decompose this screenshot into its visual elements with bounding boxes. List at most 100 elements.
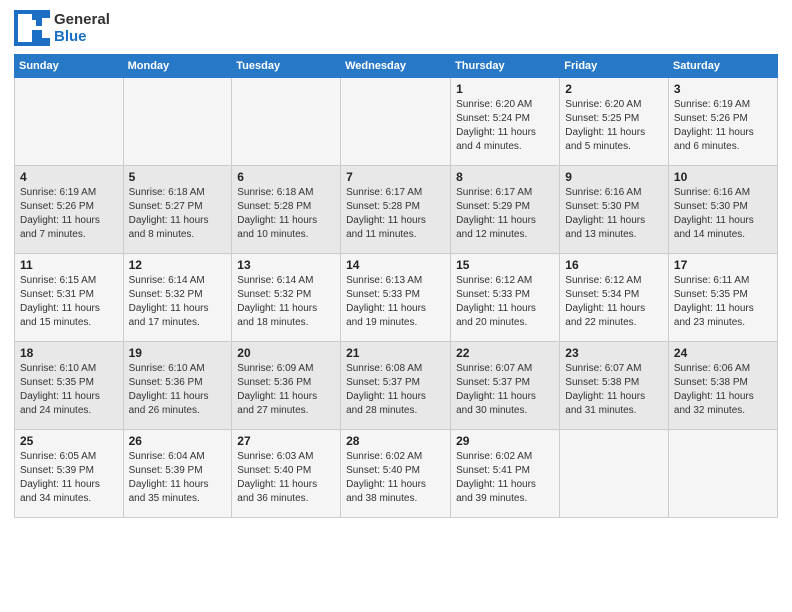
day-info: Sunrise: 6:07 AMSunset: 5:37 PMDaylight:…	[456, 362, 554, 418]
calendar-week-1: 1 Sunrise: 6:20 AMSunset: 5:24 PMDaylight…	[15, 78, 778, 166]
calendar-cell: 5 Sunrise: 6:18 AMSunset: 5:27 PMDaylight…	[123, 166, 232, 254]
calendar-cell: 6 Sunrise: 6:18 AMSunset: 5:28 PMDaylight…	[232, 166, 341, 254]
day-info: Sunrise: 6:18 AMSunset: 5:28 PMDaylight:…	[237, 186, 335, 242]
calendar-cell	[560, 430, 669, 518]
day-number: 5	[129, 170, 227, 184]
calendar-cell: 14 Sunrise: 6:13 AMSunset: 5:33 PMDayligh…	[341, 254, 451, 342]
calendar-cell: 21 Sunrise: 6:08 AMSunset: 5:37 PMDayligh…	[341, 342, 451, 430]
day-number: 25	[20, 434, 118, 448]
calendar-cell: 20 Sunrise: 6:09 AMSunset: 5:36 PMDayligh…	[232, 342, 341, 430]
weekday-header-tuesday: Tuesday	[232, 55, 341, 78]
day-number: 15	[456, 258, 554, 272]
calendar-cell: 2 Sunrise: 6:20 AMSunset: 5:25 PMDaylight…	[560, 78, 669, 166]
day-info: Sunrise: 6:19 AMSunset: 5:26 PMDaylight:…	[20, 186, 118, 242]
day-info: Sunrise: 6:15 AMSunset: 5:31 PMDaylight:…	[20, 274, 118, 330]
logo-general-label: General	[54, 11, 110, 28]
day-info: Sunrise: 6:05 AMSunset: 5:39 PMDaylight:…	[20, 450, 118, 506]
day-number: 6	[237, 170, 335, 184]
day-number: 28	[346, 434, 445, 448]
logo-blue-label: Blue	[54, 28, 110, 45]
calendar-cell: 3 Sunrise: 6:19 AMSunset: 5:26 PMDaylight…	[668, 78, 777, 166]
day-info: Sunrise: 6:16 AMSunset: 5:30 PMDaylight:…	[674, 186, 772, 242]
day-number: 16	[565, 258, 663, 272]
day-info: Sunrise: 6:03 AMSunset: 5:40 PMDaylight:…	[237, 450, 335, 506]
calendar-cell: 9 Sunrise: 6:16 AMSunset: 5:30 PMDaylight…	[560, 166, 669, 254]
calendar-cell: 24 Sunrise: 6:06 AMSunset: 5:38 PMDayligh…	[668, 342, 777, 430]
calendar-cell	[341, 78, 451, 166]
calendar-cell: 10 Sunrise: 6:16 AMSunset: 5:30 PMDayligh…	[668, 166, 777, 254]
weekday-header-friday: Friday	[560, 55, 669, 78]
weekday-header-wednesday: Wednesday	[341, 55, 451, 78]
day-info: Sunrise: 6:20 AMSunset: 5:25 PMDaylight:…	[565, 98, 663, 154]
day-info: Sunrise: 6:12 AMSunset: 5:34 PMDaylight:…	[565, 274, 663, 330]
day-number: 19	[129, 346, 227, 360]
day-number: 4	[20, 170, 118, 184]
day-number: 2	[565, 82, 663, 96]
calendar-week-4: 18Sunrise: 6:10 AMSunset: 5:35 PMDayligh…	[15, 342, 778, 430]
calendar-cell: 13 Sunrise: 6:14 AMSunset: 5:32 PMDayligh…	[232, 254, 341, 342]
day-number: 22	[456, 346, 554, 360]
calendar-cell: 18Sunrise: 6:10 AMSunset: 5:35 PMDayligh…	[15, 342, 124, 430]
day-number: 1	[456, 82, 554, 96]
calendar-cell: 8 Sunrise: 6:17 AMSunset: 5:29 PMDaylight…	[451, 166, 560, 254]
calendar-cell: 27 Sunrise: 6:03 AMSunset: 5:40 PMDayligh…	[232, 430, 341, 518]
day-info: Sunrise: 6:11 AMSunset: 5:35 PMDaylight:…	[674, 274, 772, 330]
calendar-cell	[15, 78, 124, 166]
day-info: Sunrise: 6:13 AMSunset: 5:33 PMDaylight:…	[346, 274, 445, 330]
day-info: Sunrise: 6:10 AMSunset: 5:36 PMDaylight:…	[129, 362, 227, 418]
calendar-cell: 28Sunrise: 6:02 AMSunset: 5:40 PMDayligh…	[341, 430, 451, 518]
day-info: Sunrise: 6:14 AMSunset: 5:32 PMDaylight:…	[237, 274, 335, 330]
calendar-cell: 15 Sunrise: 6:12 AMSunset: 5:33 PMDayligh…	[451, 254, 560, 342]
day-info: Sunrise: 6:07 AMSunset: 5:38 PMDaylight:…	[565, 362, 663, 418]
weekday-header-saturday: Saturday	[668, 55, 777, 78]
day-number: 27	[237, 434, 335, 448]
day-info: Sunrise: 6:17 AMSunset: 5:29 PMDaylight:…	[456, 186, 554, 242]
calendar-week-2: 4 Sunrise: 6:19 AMSunset: 5:26 PMDaylight…	[15, 166, 778, 254]
day-info: Sunrise: 6:09 AMSunset: 5:36 PMDaylight:…	[237, 362, 335, 418]
day-info: Sunrise: 6:04 AMSunset: 5:39 PMDaylight:…	[129, 450, 227, 506]
day-info: Sunrise: 6:12 AMSunset: 5:33 PMDaylight:…	[456, 274, 554, 330]
day-info: Sunrise: 6:17 AMSunset: 5:28 PMDaylight:…	[346, 186, 445, 242]
calendar-cell: 25 Sunrise: 6:05 AMSunset: 5:39 PMDayligh…	[15, 430, 124, 518]
day-info: Sunrise: 6:19 AMSunset: 5:26 PMDaylight:…	[674, 98, 772, 154]
day-number: 9	[565, 170, 663, 184]
day-number: 13	[237, 258, 335, 272]
day-number: 29	[456, 434, 554, 448]
page: GeneralBlue SundayMondayTuesdayWednesday…	[0, 0, 792, 612]
day-info: Sunrise: 6:08 AMSunset: 5:37 PMDaylight:…	[346, 362, 445, 418]
day-info: Sunrise: 6:16 AMSunset: 5:30 PMDaylight:…	[565, 186, 663, 242]
calendar-cell: 22 Sunrise: 6:07 AMSunset: 5:37 PMDayligh…	[451, 342, 560, 430]
day-number: 23	[565, 346, 663, 360]
calendar-cell: 16 Sunrise: 6:12 AMSunset: 5:34 PMDayligh…	[560, 254, 669, 342]
day-number: 26	[129, 434, 227, 448]
calendar-cell	[123, 78, 232, 166]
day-number: 14	[346, 258, 445, 272]
calendar-cell: 7Sunrise: 6:17 AMSunset: 5:28 PMDaylight…	[341, 166, 451, 254]
day-number: 20	[237, 346, 335, 360]
logo-svg	[14, 10, 50, 46]
calendar-cell	[668, 430, 777, 518]
calendar-cell: 1 Sunrise: 6:20 AMSunset: 5:24 PMDaylight…	[451, 78, 560, 166]
calendar-cell: 12Sunrise: 6:14 AMSunset: 5:32 PMDayligh…	[123, 254, 232, 342]
day-info: Sunrise: 6:02 AMSunset: 5:41 PMDaylight:…	[456, 450, 554, 506]
day-info: Sunrise: 6:06 AMSunset: 5:38 PMDaylight:…	[674, 362, 772, 418]
logo: GeneralBlue	[14, 10, 110, 46]
day-number: 12	[129, 258, 227, 272]
calendar-cell: 26 Sunrise: 6:04 AMSunset: 5:39 PMDayligh…	[123, 430, 232, 518]
day-number: 8	[456, 170, 554, 184]
day-number: 21	[346, 346, 445, 360]
header-area: GeneralBlue	[14, 10, 778, 46]
day-info: Sunrise: 6:20 AMSunset: 5:24 PMDaylight:…	[456, 98, 554, 154]
day-number: 17	[674, 258, 772, 272]
weekday-header-sunday: Sunday	[15, 55, 124, 78]
day-info: Sunrise: 6:18 AMSunset: 5:27 PMDaylight:…	[129, 186, 227, 242]
calendar-week-5: 25 Sunrise: 6:05 AMSunset: 5:39 PMDayligh…	[15, 430, 778, 518]
day-number: 11	[20, 258, 118, 272]
day-number: 24	[674, 346, 772, 360]
day-number: 3	[674, 82, 772, 96]
calendar-cell: 17 Sunrise: 6:11 AMSunset: 5:35 PMDayligh…	[668, 254, 777, 342]
day-number: 10	[674, 170, 772, 184]
calendar-cell: 19 Sunrise: 6:10 AMSunset: 5:36 PMDayligh…	[123, 342, 232, 430]
calendar-table: SundayMondayTuesdayWednesdayThursdayFrid…	[14, 54, 778, 518]
weekday-header-monday: Monday	[123, 55, 232, 78]
